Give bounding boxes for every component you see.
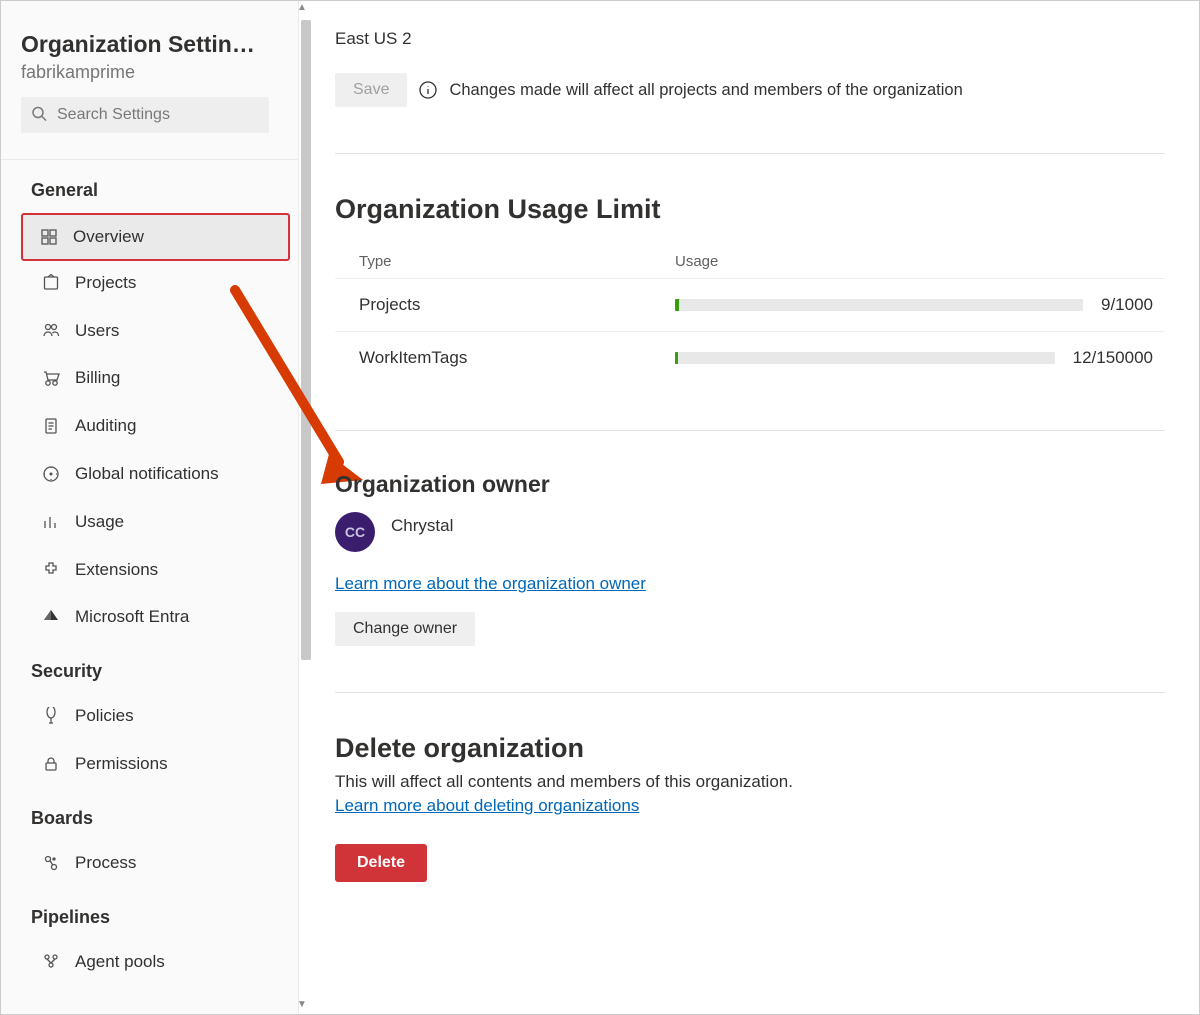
owner-name: Chrystal bbox=[391, 516, 453, 536]
search-icon bbox=[31, 106, 47, 125]
sidebar-org-name: fabrikamprime bbox=[21, 62, 278, 83]
sidebar-item-label: Process bbox=[75, 851, 136, 875]
sidebar-item-agent-pools[interactable]: Agent pools bbox=[1, 938, 298, 986]
usage-bar bbox=[675, 299, 1083, 311]
usage-col-usage: Usage bbox=[675, 253, 1153, 270]
nav-group-label: General bbox=[1, 160, 298, 211]
process-icon bbox=[41, 854, 61, 872]
usage-row-value: 9/1000 bbox=[1101, 295, 1153, 315]
permissions-icon bbox=[41, 755, 61, 773]
sidebar-item-users[interactable]: Users bbox=[1, 307, 298, 355]
usage-bar-fill bbox=[675, 299, 679, 311]
delete-button[interactable]: Delete bbox=[335, 844, 427, 882]
sidebar-item-permissions[interactable]: Permissions bbox=[1, 740, 298, 788]
sidebar-item-extensions[interactable]: Extensions bbox=[1, 546, 298, 594]
sidebar-item-label: Policies bbox=[75, 704, 134, 728]
sidebar-item-process[interactable]: Process bbox=[1, 839, 298, 887]
usage-col-type: Type bbox=[359, 253, 675, 270]
sidebar-title: Organization Settin… bbox=[21, 31, 278, 58]
delete-heading: Delete organization bbox=[335, 733, 1165, 764]
owner-avatar: CC bbox=[335, 512, 375, 552]
main-content: East US 2 Save Changes made will affect … bbox=[299, 1, 1199, 1014]
sidebar-item-microsoft-entra[interactable]: Microsoft Entra bbox=[1, 593, 298, 641]
usage-row-type: Projects bbox=[359, 295, 675, 315]
sidebar-item-label: Usage bbox=[75, 510, 124, 534]
overview-icon bbox=[39, 228, 59, 246]
delete-organization-section: Delete organization This will affect all… bbox=[335, 693, 1165, 902]
usage-row-value: 12/150000 bbox=[1073, 348, 1153, 368]
sidebar-item-projects[interactable]: Projects bbox=[1, 259, 298, 307]
notifications-icon bbox=[41, 465, 61, 483]
users-icon bbox=[41, 321, 61, 339]
usage-row-type: WorkItemTags bbox=[359, 348, 675, 368]
billing-icon bbox=[41, 369, 61, 387]
delete-description: This will affect all contents and member… bbox=[335, 772, 1165, 792]
entra-icon bbox=[41, 608, 61, 626]
organization-owner-section: Organization owner CC Chrystal Learn mor… bbox=[335, 431, 1165, 692]
sidebar-item-overview[interactable]: Overview bbox=[21, 213, 290, 261]
sidebar-item-billing[interactable]: Billing bbox=[1, 354, 298, 402]
usage-limit-section: Organization Usage Limit Type Usage Proj… bbox=[335, 154, 1165, 430]
save-button[interactable]: Save bbox=[335, 73, 407, 107]
nav-group-label: Boards bbox=[1, 788, 298, 839]
settings-sidebar: Organization Settin… fabrikamprime Gener… bbox=[1, 1, 299, 1014]
usage-limit-heading: Organization Usage Limit bbox=[335, 194, 1165, 225]
delete-learn-more-link[interactable]: Learn more about deleting organizations bbox=[335, 796, 1165, 816]
agent-pools-icon bbox=[41, 952, 61, 970]
projects-icon bbox=[41, 274, 61, 292]
policies-icon bbox=[41, 707, 61, 725]
sidebar-item-label: Auditing bbox=[75, 414, 136, 438]
sidebar-item-policies[interactable]: Policies bbox=[1, 692, 298, 740]
search-input[interactable] bbox=[21, 97, 269, 133]
sidebar-item-label: Overview bbox=[73, 225, 144, 249]
sidebar-item-label: Global notifications bbox=[75, 462, 219, 486]
info-icon bbox=[419, 81, 437, 99]
sidebar-item-label: Projects bbox=[75, 271, 136, 295]
save-warning-note: Changes made will affect all projects an… bbox=[449, 81, 962, 100]
change-owner-button[interactable]: Change owner bbox=[335, 612, 475, 646]
usage-row: Projects 9/1000 bbox=[335, 278, 1165, 331]
auditing-icon bbox=[41, 417, 61, 435]
nav-group-label: Security bbox=[1, 641, 298, 692]
sidebar-item-label: Billing bbox=[75, 366, 120, 390]
nav-group-label: Pipelines bbox=[1, 887, 298, 938]
usage-icon bbox=[41, 513, 61, 531]
sidebar-item-label: Microsoft Entra bbox=[75, 605, 189, 629]
sidebar-item-global-notifications[interactable]: Global notifications bbox=[1, 450, 298, 498]
sidebar-item-label: Users bbox=[75, 319, 119, 343]
owner-learn-more-link[interactable]: Learn more about the organization owner bbox=[335, 574, 1165, 594]
sidebar-item-label: Permissions bbox=[75, 752, 168, 776]
sidebar-item-auditing[interactable]: Auditing bbox=[1, 402, 298, 450]
owner-heading: Organization owner bbox=[335, 471, 1165, 498]
usage-row: WorkItemTags 12/150000 bbox=[335, 331, 1165, 384]
usage-bar bbox=[675, 352, 1055, 364]
region-value: East US 2 bbox=[335, 29, 1165, 49]
sidebar-item-usage[interactable]: Usage bbox=[1, 498, 298, 546]
sidebar-item-label: Agent pools bbox=[75, 950, 165, 974]
extensions-icon bbox=[41, 560, 61, 578]
sidebar-item-label: Extensions bbox=[75, 558, 158, 582]
usage-bar-fill bbox=[675, 352, 678, 364]
